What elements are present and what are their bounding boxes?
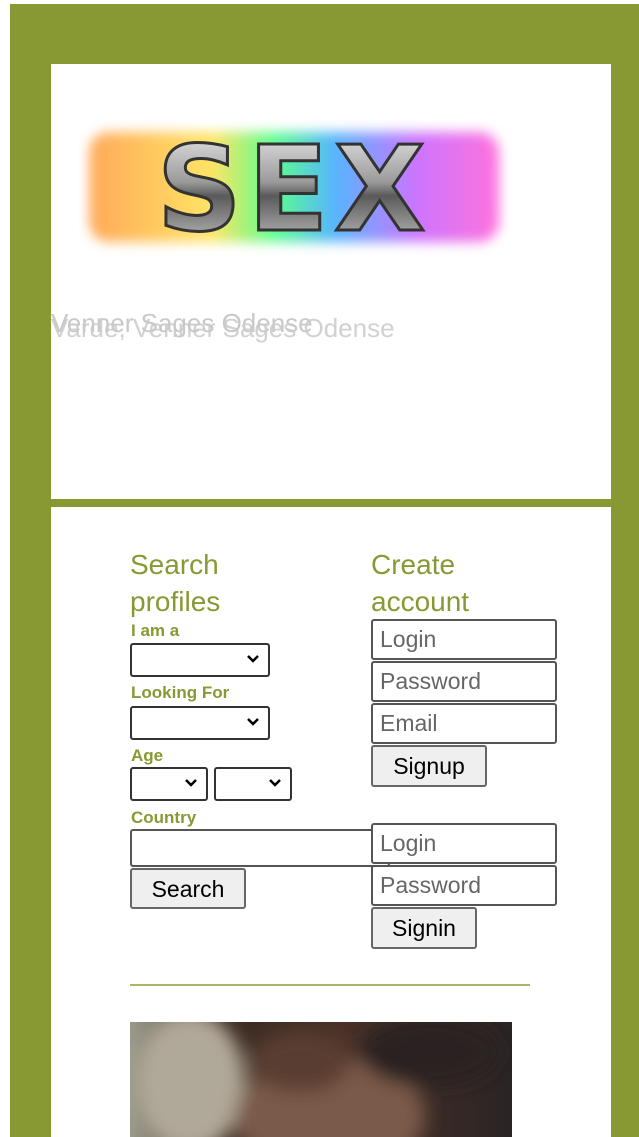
country-label: Country [131,808,197,827]
site-logo[interactable]: SEX [79,102,509,272]
country-input[interactable] [130,829,390,867]
signin-login-input[interactable] [371,823,557,864]
age-min-select[interactable] [130,767,208,801]
signup-email-input[interactable] [371,703,557,744]
signin-button[interactable]: Signin [371,907,477,949]
looking-for-label: Looking For [131,683,230,702]
age-max-select[interactable] [214,767,292,801]
looking-for-select[interactable] [130,706,270,740]
profile-photo[interactable] [130,1022,512,1137]
header-panel: SEX Varde, Venner Sages Odense Venner Sa… [51,64,611,499]
age-label: Age [131,746,164,765]
signin-password-input[interactable] [371,865,557,906]
chevron-down-icon [247,655,259,663]
search-profiles-title: Search profiles [130,549,221,617]
tagline: Venner Sages Odense [51,308,313,338]
i-am-select[interactable] [130,643,270,677]
logo-text: SEX [157,120,432,258]
signup-login-input[interactable] [371,619,557,660]
chevron-down-icon [185,779,197,787]
signup-button[interactable]: Signup [371,745,487,787]
profile-photo-image [130,1022,512,1137]
chevron-down-icon [247,718,259,726]
search-button[interactable]: Search [130,868,246,909]
chevron-down-icon [269,779,281,787]
create-account-title: Create account [371,549,470,617]
section-divider [130,984,530,986]
i-am-label: I am a [131,621,180,640]
signup-password-input[interactable] [371,661,557,702]
